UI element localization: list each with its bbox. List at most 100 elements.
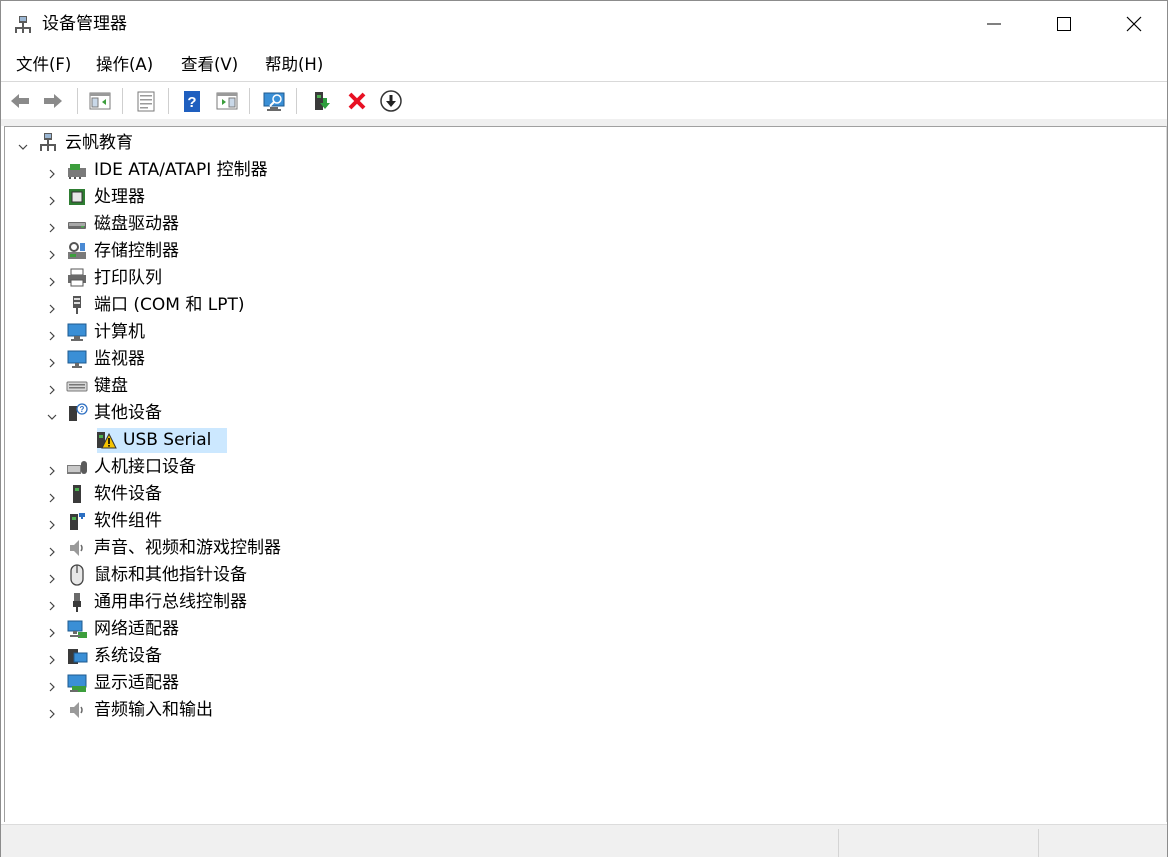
menu-view[interactable]: 查看(V) (180, 53, 239, 77)
expand-chevron-icon[interactable] (46, 354, 58, 368)
monitor-icon (66, 348, 88, 370)
status-divider (1038, 829, 1039, 857)
printer-icon (66, 267, 88, 289)
category-node[interactable]: IDE ATA/ATAPI 控制器 (5, 158, 1155, 183)
node-label: 音频输入和输出 (94, 700, 213, 720)
network-adapter-icon (66, 618, 88, 640)
expand-chevron-icon[interactable] (46, 597, 58, 611)
toolbar-separator (296, 88, 297, 114)
console-tree-icon (89, 92, 111, 110)
category-node[interactable]: 鼠标和其他指针设备 (5, 563, 1155, 588)
category-node[interactable]: 磁盘驱动器 (5, 212, 1155, 237)
category-node[interactable]: 存储控制器 (5, 239, 1155, 264)
expand-chevron-icon[interactable] (46, 516, 58, 530)
node-label: 存储控制器 (94, 241, 179, 261)
expand-chevron-icon[interactable] (46, 678, 58, 692)
expand-chevron-icon[interactable] (46, 219, 58, 233)
category-node[interactable]: 显示适配器 (5, 671, 1155, 696)
category-node[interactable]: 软件组件 (5, 509, 1155, 534)
node-label: 人机接口设备 (94, 457, 196, 477)
expand-chevron-icon[interactable] (46, 489, 58, 503)
other-devices-icon: ? (66, 402, 88, 424)
toolbar-separator (77, 88, 78, 114)
category-node[interactable]: 监视器 (5, 347, 1155, 372)
uninstall-device-button[interactable] (343, 87, 371, 115)
category-node[interactable]: 音频输入和输出 (5, 698, 1155, 723)
collapse-chevron-icon[interactable] (17, 138, 29, 150)
help-button[interactable]: ? (178, 87, 206, 115)
tree-root-node[interactable]: 云帆教育 (5, 131, 1155, 156)
forward-button[interactable] (39, 87, 67, 115)
menu-help[interactable]: 帮助(H) (264, 53, 324, 77)
expand-chevron-icon[interactable] (46, 462, 58, 476)
software-device-icon (66, 483, 88, 505)
category-node[interactable]: 软件设备 (5, 482, 1155, 507)
minimize-button[interactable] (959, 1, 1029, 47)
forward-icon (44, 94, 62, 108)
processor-icon (66, 186, 88, 208)
toolbar-separator (249, 88, 250, 114)
category-node[interactable]: 人机接口设备 (5, 455, 1155, 480)
node-label: 端口 (COM 和 LPT) (94, 295, 245, 315)
show-hide-console-tree-button[interactable] (86, 87, 114, 115)
software-component-icon (66, 510, 88, 532)
maximize-icon (1057, 17, 1071, 31)
node-label: IDE ATA/ATAPI 控制器 (94, 160, 268, 180)
device-node[interactable]: USB Serial (5, 428, 1155, 453)
update-driver-button[interactable] (308, 87, 336, 115)
properties-button[interactable] (132, 87, 160, 115)
category-node[interactable]: 声音、视频和游戏控制器 (5, 536, 1155, 561)
collapse-chevron-icon[interactable] (46, 408, 58, 420)
expand-chevron-icon[interactable] (46, 273, 58, 287)
category-node[interactable]: 处理器 (5, 185, 1155, 210)
category-node[interactable]: 键盘 (5, 374, 1155, 399)
expand-chevron-icon[interactable] (46, 300, 58, 314)
action-pane-icon (216, 92, 238, 110)
disk-drive-icon (66, 213, 88, 235)
device-tree[interactable]: 云帆教育 IDE ATA/ATAPI 控制器处理器 磁盘驱动器存储控制器打印队列端口… (4, 126, 1167, 822)
delete-icon (348, 92, 366, 110)
title-bar[interactable]: 设备管理器 (1, 1, 1167, 47)
expand-chevron-icon[interactable] (46, 705, 58, 719)
disable-device-button[interactable] (377, 87, 405, 115)
usb-icon (66, 591, 88, 613)
action-pane-button[interactable] (213, 87, 241, 115)
category-node[interactable]: 系统设备 (5, 644, 1155, 669)
category-node[interactable]: 计算机 (5, 320, 1155, 345)
maximize-button[interactable] (1029, 1, 1099, 47)
menu-divider (1, 81, 1167, 82)
device-manager-app-icon (13, 14, 33, 34)
close-icon (1126, 16, 1142, 32)
scan-hardware-button[interactable] (260, 87, 288, 115)
node-label: 通用串行总线控制器 (94, 592, 247, 612)
expand-chevron-icon[interactable] (46, 327, 58, 341)
ide-controller-icon (66, 159, 88, 181)
node-label: USB Serial (123, 430, 212, 450)
system-device-icon (66, 645, 88, 667)
menu-action[interactable]: 操作(A) (95, 53, 154, 77)
category-node[interactable]: 网络适配器 (5, 617, 1155, 642)
expand-chevron-icon[interactable] (46, 192, 58, 206)
expand-chevron-icon[interactable] (46, 543, 58, 557)
node-label: 监视器 (94, 349, 145, 369)
menu-file[interactable]: 文件(F) (15, 53, 72, 77)
help-icon: ? (184, 91, 200, 112)
status-bar (1, 824, 1167, 857)
expand-chevron-icon[interactable] (46, 651, 58, 665)
computer-root-icon (37, 132, 59, 154)
expand-chevron-icon[interactable] (46, 381, 58, 395)
expand-chevron-icon[interactable] (46, 570, 58, 584)
category-node[interactable]: 打印队列 (5, 266, 1155, 291)
expand-chevron-icon[interactable] (46, 246, 58, 260)
expand-chevron-icon[interactable] (46, 624, 58, 638)
status-divider (838, 829, 839, 857)
category-node[interactable]: 通用串行总线控制器 (5, 590, 1155, 615)
category-node[interactable]: ? 其他设备 (5, 401, 1155, 426)
properties-icon (137, 91, 155, 112)
back-button[interactable] (6, 87, 34, 115)
expand-chevron-icon[interactable] (46, 165, 58, 179)
port-icon (66, 294, 88, 316)
close-button[interactable] (1099, 1, 1168, 47)
category-node[interactable]: 端口 (COM 和 LPT) (5, 293, 1155, 318)
svg-text:?: ? (187, 94, 196, 111)
